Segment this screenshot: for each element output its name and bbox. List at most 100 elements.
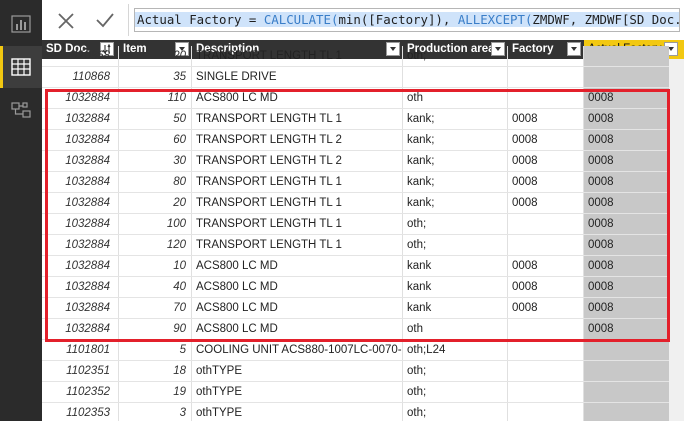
cell-production-area[interactable]: oth; [403, 235, 508, 255]
table-row[interactable]: 1102351 18 othTYPE oth; [42, 361, 684, 382]
cell-description[interactable]: SINGLE DRIVE [192, 67, 403, 87]
cell-sd-doc[interactable]: 1102353 [42, 403, 119, 421]
cell-sd-doc[interactable]: 1032884 [42, 214, 119, 234]
cell-actual-factory[interactable] [584, 46, 669, 66]
cell-actual-factory[interactable]: 0008 [584, 193, 669, 213]
cell-description[interactable]: ACS800 LC MD [192, 88, 403, 108]
cell-sd-doc[interactable]: 1032884 [42, 319, 119, 339]
cell-production-area[interactable]: oth; [403, 46, 508, 66]
cell-factory[interactable] [508, 382, 584, 402]
cell-factory[interactable] [508, 235, 584, 255]
cell-production-area[interactable]: oth;L24 [403, 340, 508, 360]
cell-sd-doc[interactable]: 1102351 [42, 361, 119, 381]
cell-production-area[interactable]: oth; [403, 361, 508, 381]
cell-production-area[interactable]: oth; [403, 214, 508, 234]
cell-actual-factory[interactable] [584, 382, 669, 402]
cell-factory[interactable]: 0008 [508, 298, 584, 318]
table-row[interactable]: 110868 20 TRANSPORT LENGTH TL 1 oth; [42, 46, 684, 67]
cell-production-area[interactable]: oth; [403, 382, 508, 402]
cell-actual-factory[interactable]: 0008 [584, 130, 669, 150]
cancel-formula-button[interactable] [56, 11, 76, 31]
cell-sd-doc[interactable]: 1032884 [42, 130, 119, 150]
cell-sd-doc[interactable]: 1102352 [42, 382, 119, 402]
cell-sd-doc[interactable]: 1032884 [42, 172, 119, 192]
table-row[interactable]: 1101801 5 COOLING UNIT ACS880-1007LC-0070-… [42, 340, 684, 361]
formula-input[interactable]: Actual Factory = CALCULATE(min([Factory]… [134, 8, 680, 32]
cell-item[interactable]: 60 [119, 130, 192, 150]
table-row[interactable]: 1102352 19 othTYPE oth; [42, 382, 684, 403]
cell-production-area[interactable]: oth [403, 319, 508, 339]
cell-description[interactable]: TRANSPORT LENGTH TL 2 [192, 151, 403, 171]
cell-sd-doc[interactable]: 1032884 [42, 193, 119, 213]
cell-factory[interactable]: 0008 [508, 277, 584, 297]
cell-sd-doc[interactable]: 110868 [42, 46, 119, 66]
cell-item[interactable]: 5 [119, 340, 192, 360]
cell-factory[interactable] [508, 88, 584, 108]
cell-factory[interactable]: 0008 [508, 151, 584, 171]
cell-actual-factory[interactable]: 0008 [584, 109, 669, 129]
cell-item[interactable]: 110 [119, 88, 192, 108]
cell-production-area[interactable]: kank [403, 256, 508, 276]
cell-production-area[interactable]: kank; [403, 151, 508, 171]
table-row[interactable]: 1032884 50 TRANSPORT LENGTH TL 1 kank; 0008 0… [42, 109, 684, 130]
cell-production-area[interactable]: oth; [403, 403, 508, 421]
model-view-button[interactable] [0, 89, 42, 131]
cell-actual-factory[interactable]: 0008 [584, 319, 669, 339]
cell-production-area[interactable]: kank; [403, 193, 508, 213]
table-row[interactable]: 1032884 40 ACS800 LC MD kank 0008 0008 [42, 277, 684, 298]
cell-item[interactable]: 20 [119, 193, 192, 213]
cell-production-area[interactable]: kank; [403, 130, 508, 150]
cell-description[interactable]: TRANSPORT LENGTH TL 1 [192, 193, 403, 213]
cell-actual-factory[interactable] [584, 361, 669, 381]
cell-factory[interactable] [508, 67, 584, 87]
cell-description[interactable]: TRANSPORT LENGTH TL 2 [192, 130, 403, 150]
cell-description[interactable]: othTYPE [192, 403, 403, 421]
cell-item[interactable]: 19 [119, 382, 192, 402]
cell-sd-doc[interactable]: 1032884 [42, 277, 119, 297]
cell-sd-doc[interactable]: 1032884 [42, 256, 119, 276]
cell-sd-doc[interactable]: 1032884 [42, 109, 119, 129]
cell-description[interactable]: TRANSPORT LENGTH TL 1 [192, 109, 403, 129]
cell-actual-factory[interactable]: 0008 [584, 88, 669, 108]
table-row[interactable]: 1032884 20 TRANSPORT LENGTH TL 1 kank; 0008 0… [42, 193, 684, 214]
cell-description[interactable]: ACS800 LC MD [192, 298, 403, 318]
table-row[interactable]: 1032884 60 TRANSPORT LENGTH TL 2 kank; 0008 0… [42, 130, 684, 151]
cell-description[interactable]: TRANSPORT LENGTH TL 1 [192, 172, 403, 192]
cell-item[interactable]: 100 [119, 214, 192, 234]
cell-production-area[interactable]: kank; [403, 172, 508, 192]
cell-item[interactable]: 50 [119, 109, 192, 129]
table-row[interactable]: 1032884 100 TRANSPORT LENGTH TL 1 oth; 0008 [42, 214, 684, 235]
table-row[interactable]: 1032884 10 ACS800 LC MD kank 0008 0008 [42, 256, 684, 277]
cell-sd-doc[interactable]: 1101801 [42, 340, 119, 360]
cell-item[interactable]: 30 [119, 151, 192, 171]
cell-actual-factory[interactable] [584, 403, 669, 421]
cell-actual-factory[interactable]: 0008 [584, 151, 669, 171]
cell-item[interactable]: 70 [119, 298, 192, 318]
table-row[interactable]: 1032884 110 ACS800 LC MD oth 0008 [42, 88, 684, 109]
vertical-scrollbar[interactable] [669, 59, 684, 421]
cell-actual-factory[interactable]: 0008 [584, 172, 669, 192]
cell-factory[interactable] [508, 403, 584, 421]
cell-description[interactable]: ACS800 LC MD [192, 256, 403, 276]
cell-description[interactable]: othTYPE [192, 382, 403, 402]
cell-factory[interactable] [508, 319, 584, 339]
cell-sd-doc[interactable]: 1032884 [42, 298, 119, 318]
cell-sd-doc[interactable]: 110868 [42, 67, 119, 87]
table-row[interactable]: 1032884 70 ACS800 LC MD kank 0008 0008 [42, 298, 684, 319]
cell-item[interactable]: 20 [119, 46, 192, 66]
cell-actual-factory[interactable] [584, 67, 669, 87]
cell-description[interactable]: ACS800 LC MD [192, 277, 403, 297]
table-row[interactable]: 1032884 90 ACS800 LC MD oth 0008 [42, 319, 684, 340]
table-row[interactable]: 1102353 3 othTYPE oth; [42, 403, 684, 421]
cell-sd-doc[interactable]: 1032884 [42, 235, 119, 255]
cell-description[interactable]: othTYPE [192, 361, 403, 381]
cell-production-area[interactable] [403, 67, 508, 87]
cell-production-area[interactable]: kank [403, 298, 508, 318]
cell-actual-factory[interactable] [584, 340, 669, 360]
table-row[interactable]: 1032884 120 TRANSPORT LENGTH TL 1 oth; 0008 [42, 235, 684, 256]
table-row[interactable]: 1032884 30 TRANSPORT LENGTH TL 2 kank; 0008 0… [42, 151, 684, 172]
cell-item[interactable]: 120 [119, 235, 192, 255]
cell-item[interactable]: 10 [119, 256, 192, 276]
cell-item[interactable]: 80 [119, 172, 192, 192]
cell-actual-factory[interactable]: 0008 [584, 235, 669, 255]
